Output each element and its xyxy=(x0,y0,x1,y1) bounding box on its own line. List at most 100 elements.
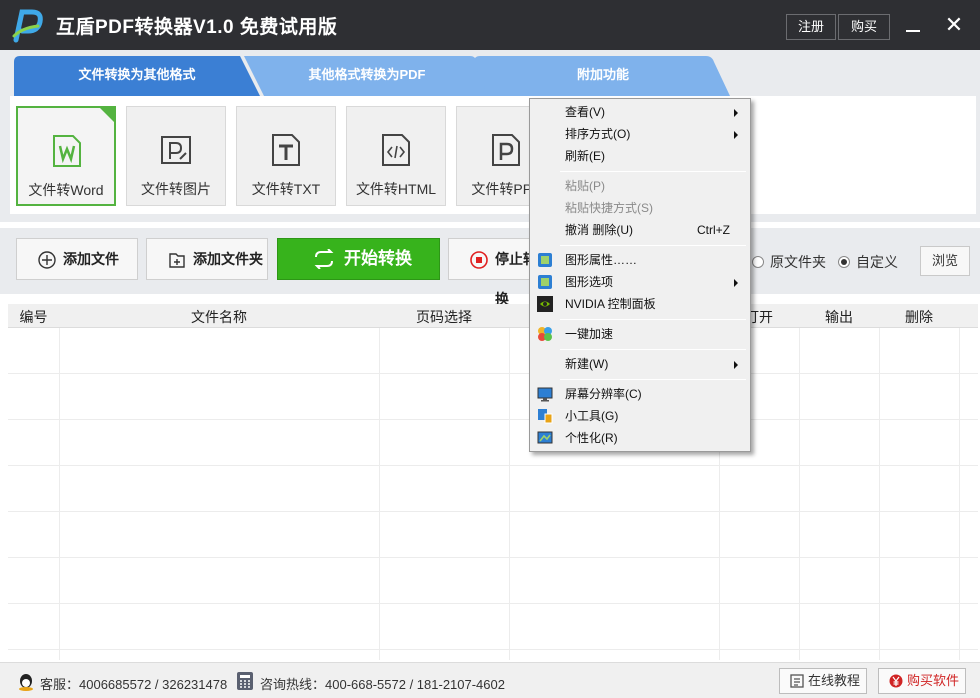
txt-icon xyxy=(272,134,300,166)
row-divider xyxy=(8,511,978,512)
online-tutorial-button[interactable]: 在线教程 xyxy=(779,668,867,694)
menu-separator xyxy=(560,379,746,380)
html-icon xyxy=(382,134,410,166)
radio-source-folder[interactable]: 原文件夹 xyxy=(752,252,826,272)
tool-file-to-image[interactable]: 文件转图片 xyxy=(126,106,226,206)
tool-file-to-html[interactable]: 文件转HTML xyxy=(346,106,446,206)
start-convert-button[interactable]: 开始转换 xyxy=(277,238,440,280)
menu-separator xyxy=(560,319,746,320)
add-folder-label: 添加文件夹 xyxy=(193,251,263,267)
row-divider xyxy=(8,419,978,420)
image-icon xyxy=(161,136,191,164)
column-header-number: 编号 xyxy=(19,309,48,325)
submenu-arrow-icon xyxy=(734,361,738,369)
tab-label: 附加功能 xyxy=(576,67,629,82)
menu-item-shortcut: Ctrl+Z xyxy=(697,223,730,237)
menu-item-label: 个性化(R) xyxy=(565,431,618,445)
menu-item-graphics-options[interactable]: 图形选项 xyxy=(532,271,748,293)
column-divider xyxy=(379,328,380,660)
buy-button[interactable]: 购买 xyxy=(838,14,890,40)
menu-item-label: 一键加速 xyxy=(565,327,614,341)
menu-item-graphics-properties[interactable]: 图形属性…… xyxy=(532,249,748,271)
submenu-arrow-icon xyxy=(734,131,738,139)
column-divider xyxy=(799,328,800,660)
file-table: 编号 文件名称 页码选择 打开 输出 删除 xyxy=(8,304,978,660)
menu-separator xyxy=(560,171,746,172)
column-divider xyxy=(959,328,960,660)
tab-other-to-pdf[interactable]: 其他格式转换为PDF xyxy=(244,56,490,96)
menu-item-undo-delete[interactable]: 撤消 删除(U) Ctrl+Z xyxy=(532,219,748,241)
row-divider xyxy=(8,465,978,466)
menu-separator xyxy=(560,245,746,246)
menu-item-view[interactable]: 查看(V) xyxy=(532,101,748,123)
radio-custom[interactable]: 自定义 xyxy=(838,252,898,272)
tab-extra-functions[interactable]: 附加功能 xyxy=(474,56,732,96)
service-contact: 客服：4006685572 / 326231478 xyxy=(40,677,228,692)
add-file-button[interactable]: 添加文件 xyxy=(16,238,138,280)
start-convert-label: 开始转换 xyxy=(344,249,412,268)
add-folder-button[interactable]: 添加文件夹 xyxy=(146,238,268,280)
submenu-arrow-icon xyxy=(734,279,738,287)
add-file-label: 添加文件 xyxy=(63,251,119,267)
gadgets-icon xyxy=(538,409,553,424)
column-header-delete: 删除 xyxy=(905,309,933,325)
title-bar: 互盾PDF转换器V1.0 免费试用版 注册 购买 ✕ xyxy=(0,0,980,50)
minimize-button[interactable] xyxy=(906,30,920,32)
hotline: 咨询热线：400-668-5572 / 181-2107-4602 xyxy=(260,677,505,692)
buy-software-label: 购买软件 xyxy=(907,673,960,688)
radio-label: 自定义 xyxy=(856,254,898,270)
column-divider xyxy=(59,328,60,660)
tabs-area: 文件转换为其他格式 其他格式转换为PDF 附加功能 文件转Word 文件转图片 xyxy=(0,50,980,222)
menu-item-label: 粘贴快捷方式(S) xyxy=(565,201,653,215)
register-button[interactable]: 注册 xyxy=(786,14,836,40)
menu-item-label: 新建(W) xyxy=(565,357,609,371)
menu-item-refresh[interactable]: 刷新(E) xyxy=(532,145,748,167)
radio-circle xyxy=(838,256,850,268)
tool-label: 文件转Word xyxy=(28,182,104,198)
menu-item-label: 图形属性…… xyxy=(565,253,638,267)
tool-file-to-txt[interactable]: 文件转TXT xyxy=(236,106,336,206)
phone-icon xyxy=(237,672,253,690)
tool-label: 文件转TXT xyxy=(251,181,321,197)
browse-button[interactable]: 浏览 xyxy=(920,246,970,276)
tab-file-to-other[interactable]: 文件转换为其他格式 xyxy=(14,56,260,96)
buy-software-button[interactable]: 购买软件 xyxy=(878,668,966,694)
action-bar: 添加文件 添加文件夹 开始转换 停止转换 原文件夹 自定义 浏览 xyxy=(0,228,980,307)
menu-item-one-click-speedup[interactable]: 一键加速 xyxy=(532,323,748,345)
qq-icon xyxy=(19,674,33,691)
menu-item-label: 撤消 删除(U) xyxy=(565,223,633,237)
tool-label: 文件转HTML xyxy=(355,181,437,197)
row-divider xyxy=(8,649,978,650)
stop-icon xyxy=(470,251,488,269)
menu-item-personalize[interactable]: 个性化(R) xyxy=(532,427,748,449)
tab-label: 其他格式转换为PDF xyxy=(308,67,426,82)
row-divider xyxy=(8,373,978,374)
menu-item-label: 排序方式(O) xyxy=(565,127,631,141)
yen-icon xyxy=(889,674,903,688)
menu-item-label: 小工具(G) xyxy=(565,409,619,423)
status-bar: 客服：4006685572 / 326231478 咨询热线：400-668-5… xyxy=(0,662,980,698)
tutorial-label: 在线教程 xyxy=(808,673,861,688)
selected-corner xyxy=(98,106,116,124)
personalize-icon xyxy=(537,431,553,444)
menu-item-gadgets[interactable]: 小工具(G) xyxy=(532,405,748,427)
menu-item-label: 屏幕分辨率(C) xyxy=(565,387,642,401)
close-button[interactable]: ✕ xyxy=(942,14,966,38)
tool-label: 文件转图片 xyxy=(141,181,211,197)
table-header: 编号 文件名称 页码选择 打开 输出 删除 xyxy=(8,304,978,328)
row-divider xyxy=(8,603,978,604)
plus-circle-icon xyxy=(38,251,56,269)
menu-item-screen-resolution[interactable]: 屏幕分辨率(C) xyxy=(532,383,748,405)
column-divider xyxy=(509,328,510,660)
tutorial-icon xyxy=(790,674,804,688)
tool-file-to-word[interactable]: 文件转Word xyxy=(16,106,116,206)
menu-item-sort-by[interactable]: 排序方式(O) xyxy=(532,123,748,145)
menu-separator xyxy=(560,349,746,350)
menu-item-nvidia-control-panel[interactable]: NVIDIA 控制面板 xyxy=(532,293,748,315)
refresh-icon xyxy=(314,249,334,269)
menu-item-label: NVIDIA 控制面板 xyxy=(565,297,656,311)
desktop-context-menu: 查看(V) 排序方式(O) 刷新(E) 粘贴(P) 粘贴快捷方式(S) 撤消 删… xyxy=(529,98,751,452)
word-icon xyxy=(53,135,81,167)
menu-item-new[interactable]: 新建(W) xyxy=(532,353,748,375)
add-folder-icon xyxy=(169,253,185,268)
